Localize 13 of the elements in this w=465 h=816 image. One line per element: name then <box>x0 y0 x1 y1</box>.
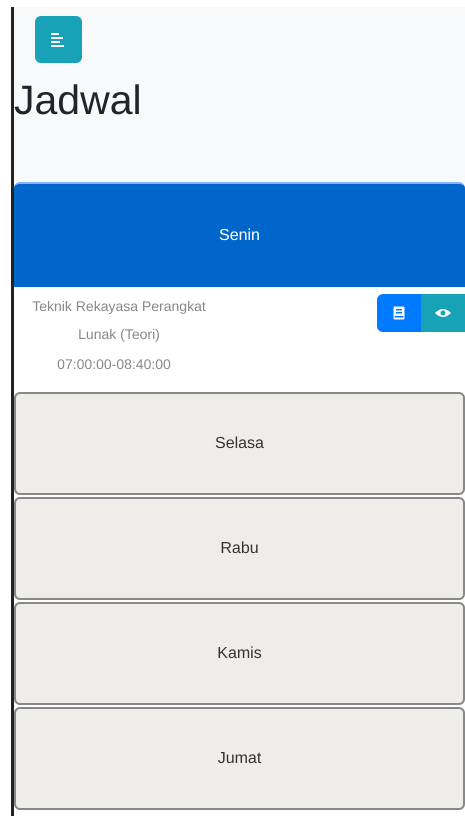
page-title: Jadwal <box>14 76 142 124</box>
menu-button[interactable] <box>35 16 82 63</box>
book-button[interactable] <box>377 294 421 332</box>
view-button[interactable] <box>421 294 465 332</box>
course-name: Teknik Rekayasa Perangkat Lunak (Teori) <box>31 297 207 344</box>
day-tab[interactable]: Jumat <box>14 707 465 810</box>
day-tab[interactable]: Kamis <box>14 602 465 705</box>
book-icon <box>393 306 405 320</box>
course-time: 07:00:00-08:40:00 <box>56 355 172 374</box>
day-tab[interactable]: Selasa <box>14 392 465 495</box>
eye-icon <box>435 308 451 318</box>
day-tab[interactable]: Rabu <box>14 497 465 600</box>
day-tab[interactable]: Senin <box>14 182 465 287</box>
